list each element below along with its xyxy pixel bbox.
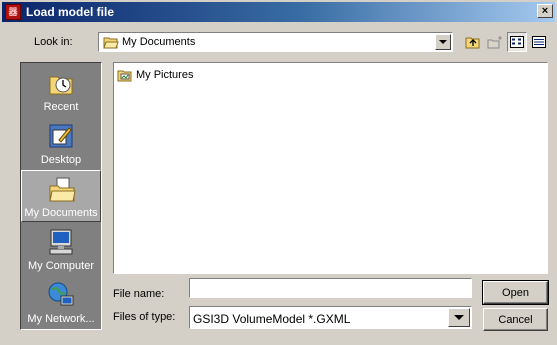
file-list[interactable]: My Pictures <box>113 62 548 274</box>
list-item[interactable]: My Pictures <box>117 67 193 83</box>
desktop-icon <box>49 124 73 148</box>
open-button[interactable]: Open <box>482 280 549 305</box>
place-my-computer[interactable]: My Computer <box>21 224 101 276</box>
file-name-input[interactable] <box>189 278 472 298</box>
chevron-down-icon <box>454 315 464 320</box>
my-documents-icon <box>49 177 76 202</box>
dialog-title: Load model file <box>26 5 115 19</box>
files-of-type-label: Files of type: <box>113 311 176 323</box>
place-my-network[interactable]: My Network... <box>21 277 101 329</box>
place-label: My Documents <box>24 207 98 219</box>
app-icon: 器 <box>5 4 21 20</box>
place-recent[interactable]: Recent <box>21 65 101 117</box>
place-label: Recent <box>43 101 79 113</box>
look-in-label: Look in: <box>34 36 73 48</box>
list-view-button[interactable] <box>507 32 527 52</box>
file-name-label: My Pictures <box>136 69 194 81</box>
place-label: My Computer <box>27 260 95 272</box>
close-button[interactable]: × <box>537 4 553 18</box>
look-in-value: My Documents <box>122 36 196 48</box>
files-of-type-dropdown-arrow[interactable] <box>448 308 470 327</box>
cancel-button[interactable]: Cancel <box>483 308 548 331</box>
places-bar: Recent Desktop My Documents My Computer … <box>20 62 102 330</box>
files-of-type-dropdown[interactable]: GSI3D VolumeModel *.GXML <box>189 306 472 329</box>
file-name-label: File name: <box>113 288 165 300</box>
place-label: Desktop <box>40 154 82 166</box>
new-folder-icon <box>487 36 502 49</box>
chevron-down-icon <box>439 40 447 44</box>
title-bar[interactable]: 器 Load model file × <box>2 2 555 22</box>
my-network-icon <box>48 282 74 306</box>
details-view-icon <box>532 36 546 48</box>
look-in-dropdown[interactable]: My Documents <box>98 32 453 52</box>
new-folder-button[interactable] <box>485 32 505 52</box>
details-view-button[interactable] <box>529 32 549 52</box>
my-computer-icon <box>49 229 73 255</box>
place-label: My Network... <box>27 313 95 325</box>
up-folder-button[interactable] <box>463 32 483 52</box>
look-in-dropdown-arrow[interactable] <box>435 34 451 50</box>
files-of-type-value: GSI3D VolumeModel *.GXML <box>193 312 351 326</box>
up-folder-icon <box>465 37 480 49</box>
place-desktop[interactable]: Desktop <box>21 118 101 170</box>
load-model-dialog: 器 Load model file × Look in: My Document… <box>0 0 557 345</box>
list-view-icon <box>510 36 524 48</box>
picture-folder-icon <box>117 70 132 82</box>
open-folder-icon <box>103 37 119 49</box>
place-my-documents[interactable]: My Documents <box>21 170 101 222</box>
recent-icon <box>49 76 73 95</box>
